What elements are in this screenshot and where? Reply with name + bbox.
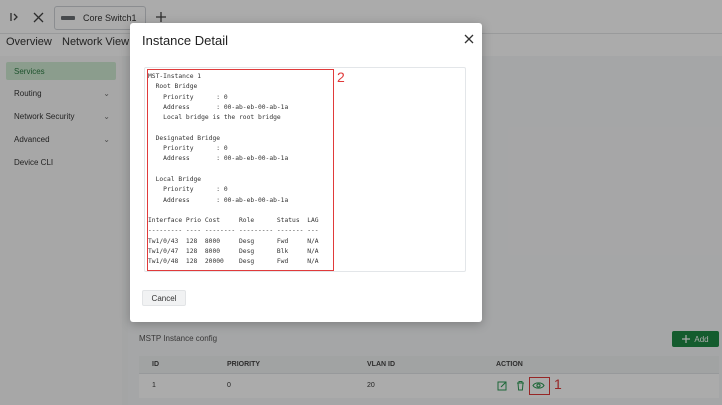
- cli-output-line: Designated Bridge: [148, 134, 221, 142]
- cli-output-line: Tw1/0/43 128 8000 Desg Fwd N/A: [148, 237, 319, 245]
- cli-output-line: Interface Prio Cost Role Status LAG: [148, 217, 319, 225]
- cli-output-line: Address : 00-ab-eb-00-ab-1a: [148, 155, 289, 163]
- cancel-button-label: Cancel: [151, 293, 177, 303]
- cli-output-line: Local Bridge: [148, 175, 202, 183]
- instance-detail-modal: Instance Detail 2 MST-Instance 1 Root Br…: [130, 23, 482, 322]
- close-icon[interactable]: [462, 32, 476, 46]
- cli-output-line: Tw1/0/48 128 20000 Desg Fwd N/A: [148, 258, 319, 266]
- cli-output-line: Priority : 0: [148, 186, 228, 194]
- cli-output-line: [148, 206, 319, 216]
- modal-title: Instance Detail: [142, 33, 228, 48]
- instance-detail-output: 2 MST-Instance 1 Root Bridge Priority : …: [144, 67, 466, 272]
- cli-output-line: Root Bridge: [148, 83, 198, 91]
- cancel-button[interactable]: Cancel: [142, 290, 186, 306]
- cli-output-line: Address : 00-ab-eb-00-ab-1a: [148, 103, 289, 111]
- cli-output-line: Priority : 0: [148, 145, 228, 153]
- cli-output-line: --------- ---- -------- --------- ------…: [148, 227, 319, 235]
- cli-output-line: Address : 00-ab-eb-00-ab-1a: [148, 196, 289, 204]
- cli-output-line: Tw1/0/47 128 8000 Desg Blk N/A: [148, 248, 319, 256]
- cli-output-line: Local bridge is the root bridge: [148, 114, 281, 122]
- cli-output-text: MST-Instance 1 Root Bridge Priority : 0 …: [148, 72, 319, 268]
- cli-output-line: Priority : 0: [148, 93, 228, 101]
- annotation-marker-2: 2: [337, 69, 345, 85]
- cli-output-line: MST-Instance 1: [148, 73, 202, 80]
- cli-output-line: [148, 165, 319, 175]
- cli-output-line: [148, 123, 319, 133]
